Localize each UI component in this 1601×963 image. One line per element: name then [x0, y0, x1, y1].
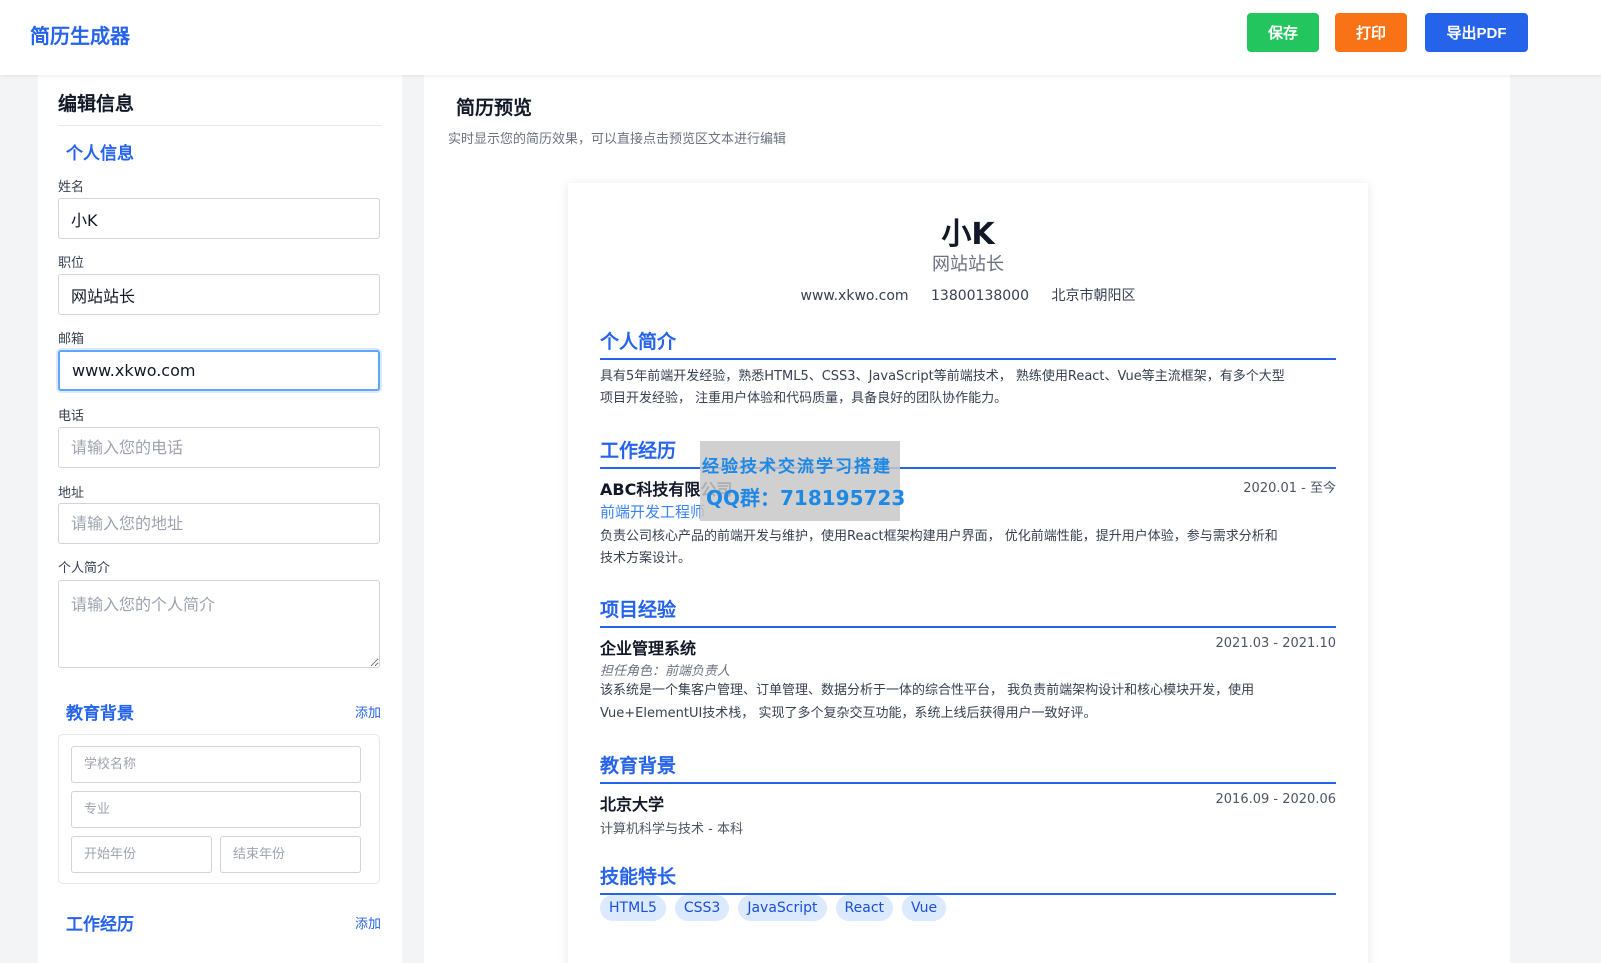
- watermark-overlay: 经验技术交流学习搭建 QQ群：718195723: [700, 441, 905, 521]
- resume-contacts: www.xkwo.com 13800138000 北京市朝阳区: [568, 285, 1368, 305]
- name-input[interactable]: [58, 198, 380, 239]
- resume-title[interactable]: 网站站长: [568, 250, 1368, 276]
- contact-address[interactable]: 北京市朝阳区: [1051, 288, 1135, 304]
- education-school[interactable]: 北京大学: [600, 791, 664, 815]
- summary-section-heading: 个人简介: [600, 327, 1336, 360]
- summary-line-2[interactable]: 项目开发经验， 注重用户体验和代码质量，具备良好的团队协作能力。: [600, 388, 1336, 410]
- top-bar: 简历生成器 保存 打印 导出PDF: [0, 0, 1601, 75]
- project-desc-line-1[interactable]: 该系统是一个集客户管理、订单管理、数据分析于一体的综合性平台， 我负责前端架构设…: [600, 680, 1336, 702]
- watermark-line-1: 经验技术交流学习搭建: [702, 457, 892, 477]
- app-title: 简历生成器: [30, 24, 130, 48]
- preview-title: 简历预览: [456, 97, 533, 119]
- page-scrollbar[interactable]: [1586, 0, 1601, 963]
- work-desc-line-2[interactable]: 技术方案设计。: [600, 548, 1336, 570]
- name-label: 姓名: [58, 180, 85, 195]
- address-input[interactable]: [58, 503, 380, 544]
- editor-panel: 编辑信息 个人信息 姓名 职位 邮箱 电话 地址 个人简介 教育背景 添加 工作…: [38, 75, 402, 963]
- work-desc-line-1[interactable]: 负责公司核心产品的前端开发与维护，使用React框架构建用户界面， 优化前端性能…: [600, 526, 1336, 548]
- education-date[interactable]: 2016.09 - 2020.06: [1216, 792, 1336, 807]
- contact-website[interactable]: www.xkwo.com: [801, 288, 909, 304]
- position-label: 职位: [58, 256, 85, 271]
- preview-panel: 简历预览 实时显示您的简历效果，可以直接点击预览区文本进行编辑 小K 网站站长 …: [424, 75, 1510, 963]
- address-label: 地址: [58, 486, 85, 501]
- summary-textarea[interactable]: [58, 580, 380, 668]
- work-role[interactable]: 前端开发工程师: [600, 501, 705, 522]
- education-section-heading: 教育背景: [600, 751, 1336, 784]
- summary-line-1[interactable]: 具有5年前端开发经验，熟悉HTML5、CSS3、JavaScript等前端技术，…: [600, 366, 1336, 388]
- summary-label: 个人简介: [58, 561, 111, 576]
- skill-tag: HTML5: [600, 895, 666, 921]
- add-education-link[interactable]: 添加: [355, 702, 381, 721]
- resume-paper: 小K 网站站长 www.xkwo.com 13800138000 北京市朝阳区 …: [568, 183, 1368, 963]
- email-input[interactable]: [58, 350, 380, 391]
- personal-info-heading: 个人信息: [66, 144, 134, 164]
- projects-section-heading: 项目经验: [600, 595, 1336, 628]
- skill-tag: Vue: [902, 895, 947, 921]
- project-desc-line-2[interactable]: Vue+ElementUI技术栈， 实现了多个复杂交互功能，系统上线后获得用户一…: [600, 703, 1336, 725]
- phone-input[interactable]: [58, 427, 380, 468]
- skills-section-heading: 技能特长: [600, 862, 1336, 895]
- end-year-input[interactable]: [220, 836, 361, 873]
- education-entry: [58, 734, 380, 884]
- project-name[interactable]: 企业管理系统: [600, 635, 696, 659]
- email-label: 邮箱: [58, 332, 85, 347]
- divider: [58, 125, 381, 126]
- school-input[interactable]: [71, 746, 361, 783]
- print-button[interactable]: 打印: [1335, 13, 1407, 52]
- watermark-line-2: QQ群：718195723: [706, 486, 906, 510]
- start-year-input[interactable]: [71, 836, 212, 873]
- major-input[interactable]: [71, 791, 361, 828]
- add-work-link[interactable]: 添加: [355, 913, 381, 932]
- education-detail[interactable]: 计算机科学与技术 - 本科: [600, 818, 743, 837]
- skills-list: HTML5 CSS3 JavaScript React Vue: [600, 895, 947, 921]
- skill-tag: CSS3: [674, 895, 730, 921]
- position-input[interactable]: [58, 274, 380, 315]
- project-date[interactable]: 2021.03 - 2021.10: [1216, 636, 1336, 651]
- export-pdf-button[interactable]: 导出PDF: [1425, 13, 1528, 52]
- education-heading: 教育背景: [66, 704, 134, 724]
- skill-tag: React: [835, 895, 894, 921]
- resume-name[interactable]: 小K: [568, 209, 1368, 253]
- save-button[interactable]: 保存: [1247, 13, 1319, 52]
- contact-phone[interactable]: 13800138000: [931, 288, 1029, 304]
- phone-label: 电话: [58, 409, 85, 424]
- work-heading: 工作经历: [66, 915, 134, 935]
- editor-title: 编辑信息: [58, 93, 135, 115]
- skill-tag: JavaScript: [738, 895, 827, 921]
- work-date[interactable]: 2020.01 - 至今: [1243, 477, 1336, 496]
- preview-subtitle: 实时显示您的简历效果，可以直接点击预览区文本进行编辑: [448, 132, 787, 147]
- project-role[interactable]: 担任角色：前端负责人: [600, 660, 730, 679]
